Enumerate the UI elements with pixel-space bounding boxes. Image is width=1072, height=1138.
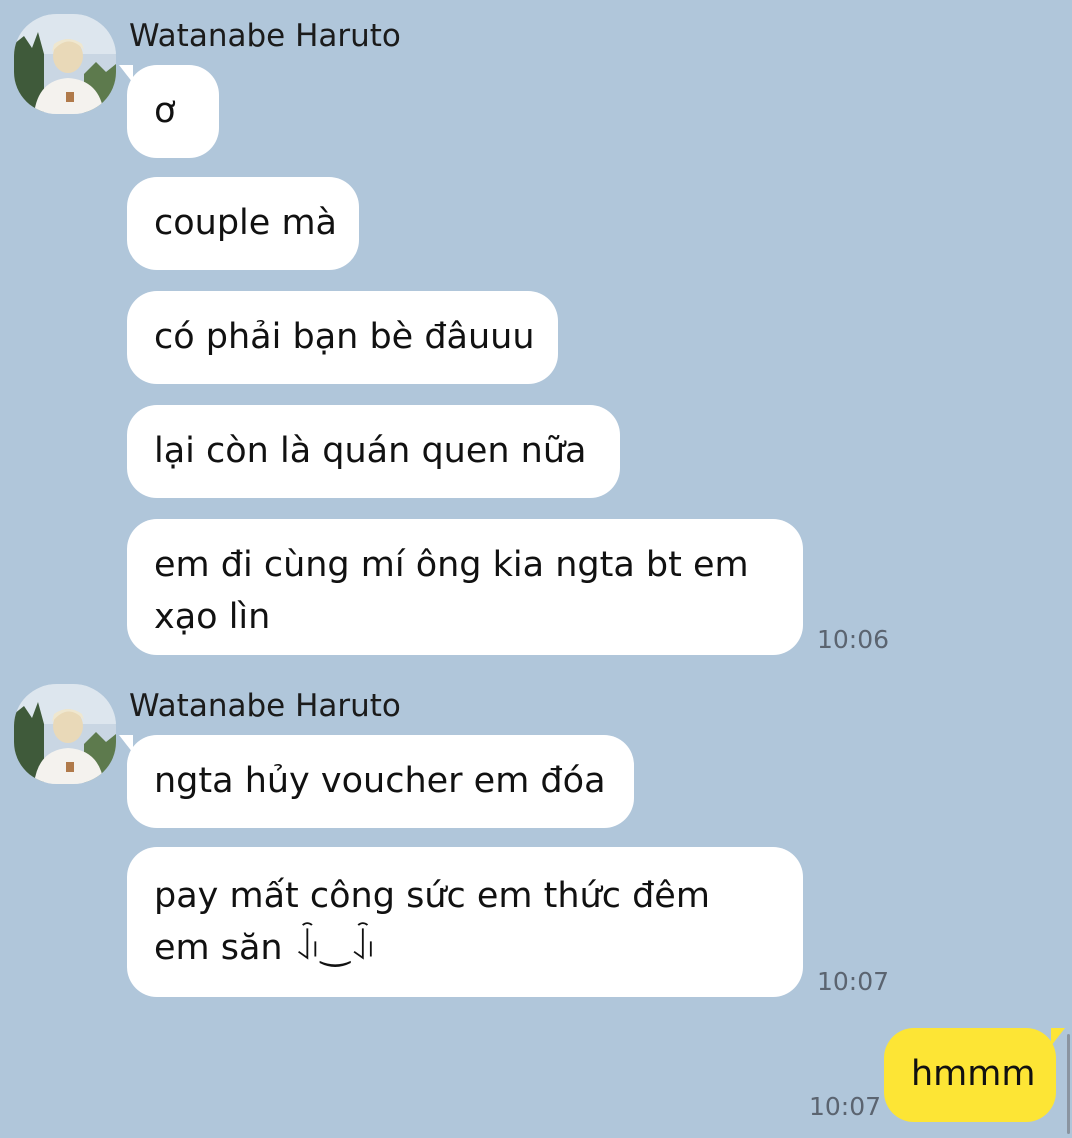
message-bubble[interactable]: couple mà (127, 177, 359, 270)
my-message-bubble[interactable]: hmmm (884, 1028, 1065, 1122)
profile-photo-icon (14, 684, 116, 784)
profile-photo-icon (14, 14, 116, 114)
sender-avatar[interactable] (14, 14, 116, 114)
sender-name: Watanabe Haruto (129, 18, 401, 54)
message-bubble[interactable]: pay mất công sức em thức đêm em săn ꀭ‿ꀭ (127, 847, 803, 997)
chat-view[interactable]: Watanabe Haruto ơ couple mà có phải bạn … (0, 0, 1072, 1138)
sender-avatar[interactable] (14, 684, 116, 784)
message-bubble[interactable]: lại còn là quán quen nữa (127, 405, 620, 498)
message-bubble[interactable]: có phải bạn bè đâuuu (127, 291, 558, 384)
message-bubble[interactable]: em đi cùng mí ông kia ngta bt em xạo lìn (127, 519, 803, 655)
message-bubble[interactable]: ơ (119, 65, 219, 158)
message-timestamp: 10:07 (817, 967, 890, 996)
message-bubble[interactable]: ngta hủy voucher em đóa (119, 735, 634, 828)
scrollbar[interactable] (1067, 1034, 1070, 1134)
message-timestamp: 10:06 (817, 625, 890, 654)
message-timestamp: 10:07 (809, 1092, 882, 1121)
sender-name: Watanabe Haruto (129, 688, 401, 724)
